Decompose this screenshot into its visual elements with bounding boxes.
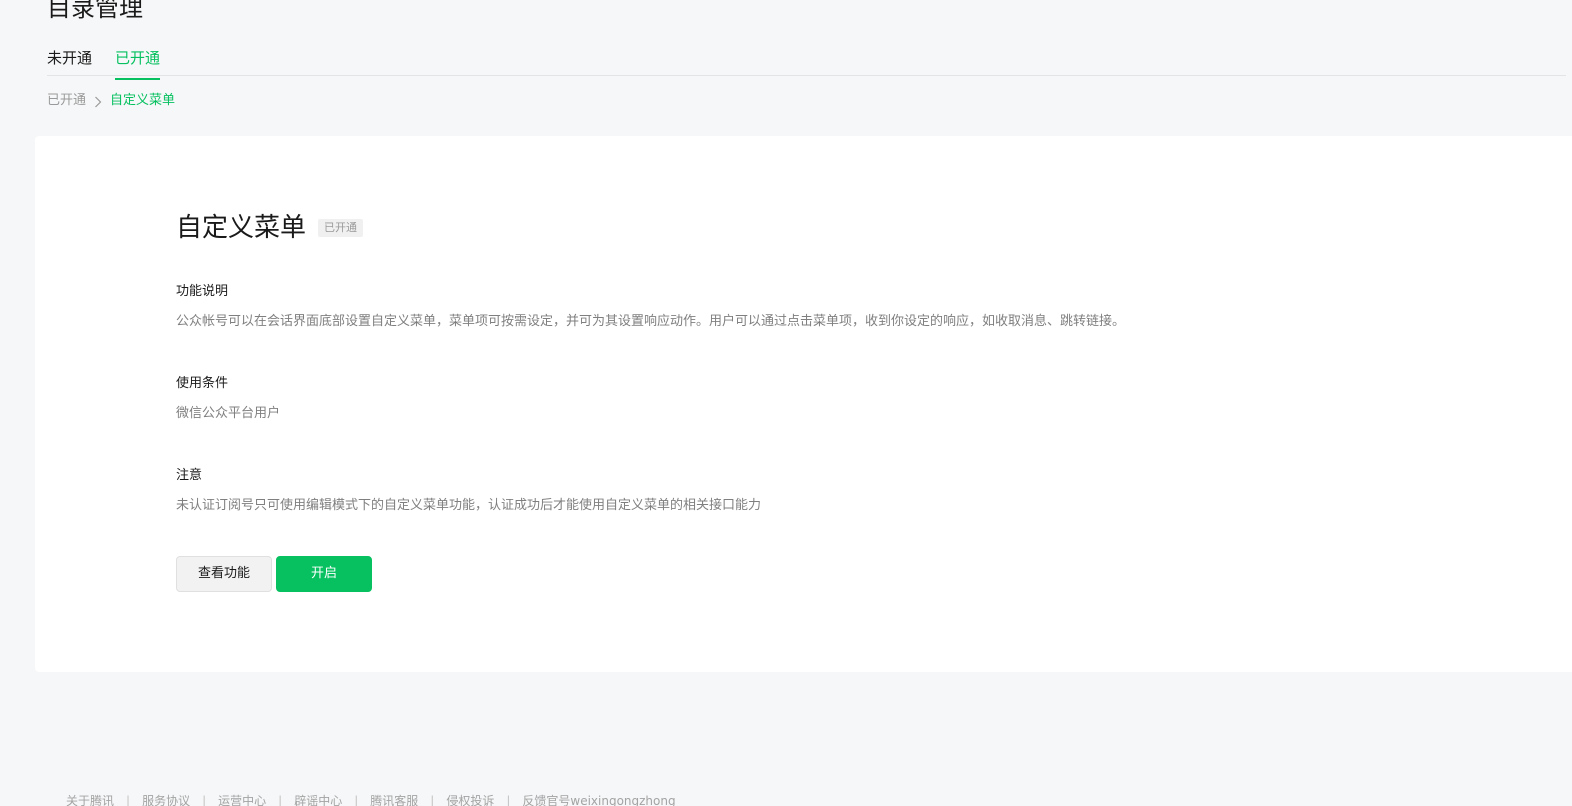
footer: 关于腾讯 | 服务协议 | 运营中心 | 辟谣中心 | 腾讯客服 | 侵权投诉 … (66, 792, 676, 806)
section-label-conditions: 使用条件 (176, 376, 229, 391)
status-badge: 已开通 (318, 219, 364, 237)
tab-bar: 未开通 已开通 (47, 46, 161, 80)
footer-divider: | (126, 794, 131, 806)
breadcrumb-current: 自定义菜单 (110, 93, 176, 108)
tab-not-enabled[interactable]: 未开通 (47, 46, 92, 76)
section-label-notice: 注意 (176, 468, 203, 483)
footer-divider: | (354, 794, 359, 806)
footer-link-complaint[interactable]: 侵权投诉 (446, 792, 494, 806)
page: 目录管理 未开通 已开通 已开通 自定义菜单 自定义菜单 已开通 功能说明 公众… (0, 0, 1572, 806)
enable-button[interactable]: 开启 (276, 556, 372, 592)
feature-title: 自定义菜单 (176, 213, 307, 243)
tab-enabled[interactable]: 已开通 (115, 46, 161, 80)
tab-divider (47, 75, 1566, 76)
feature-card: 自定义菜单 已开通 功能说明 公众帐号可以在会话界面底部设置自定义菜单，菜单项可… (35, 136, 1572, 672)
feature-header: 自定义菜单 已开通 (176, 210, 364, 246)
footer-divider: | (506, 794, 511, 806)
footer-divider: | (278, 794, 283, 806)
section-label-description: 功能说明 (176, 284, 229, 299)
section-text-notice: 未认证订阅号只可使用编辑模式下的自定义菜单功能，认证成功后才能使用自定义菜单的相… (176, 498, 762, 513)
footer-link-rumor[interactable]: 辟谣中心 (294, 792, 342, 806)
footer-divider: | (202, 794, 207, 806)
view-feature-button[interactable]: 查看功能 (176, 556, 272, 592)
footer-link-operations[interactable]: 运营中心 (218, 792, 266, 806)
footer-link-support[interactable]: 腾讯客服 (370, 792, 418, 806)
breadcrumb: 已开通 自定义菜单 (47, 91, 175, 111)
footer-link-terms[interactable]: 服务协议 (142, 792, 190, 806)
breadcrumb-parent[interactable]: 已开通 (47, 91, 86, 111)
footer-divider: | (430, 794, 435, 806)
action-buttons: 查看功能 开启 (176, 556, 372, 592)
footer-link-about[interactable]: 关于腾讯 (66, 792, 114, 806)
footer-link-feedback[interactable]: 反馈官号weixingongzhong (522, 792, 675, 806)
section-text-conditions: 微信公众平台用户 (176, 406, 281, 421)
section-text-description: 公众帐号可以在会话界面底部设置自定义菜单，菜单项可按需设定，并可为其设置响应动作… (176, 314, 1126, 329)
chevron-right-icon (86, 91, 110, 111)
page-title: 目录管理 (47, 0, 143, 22)
